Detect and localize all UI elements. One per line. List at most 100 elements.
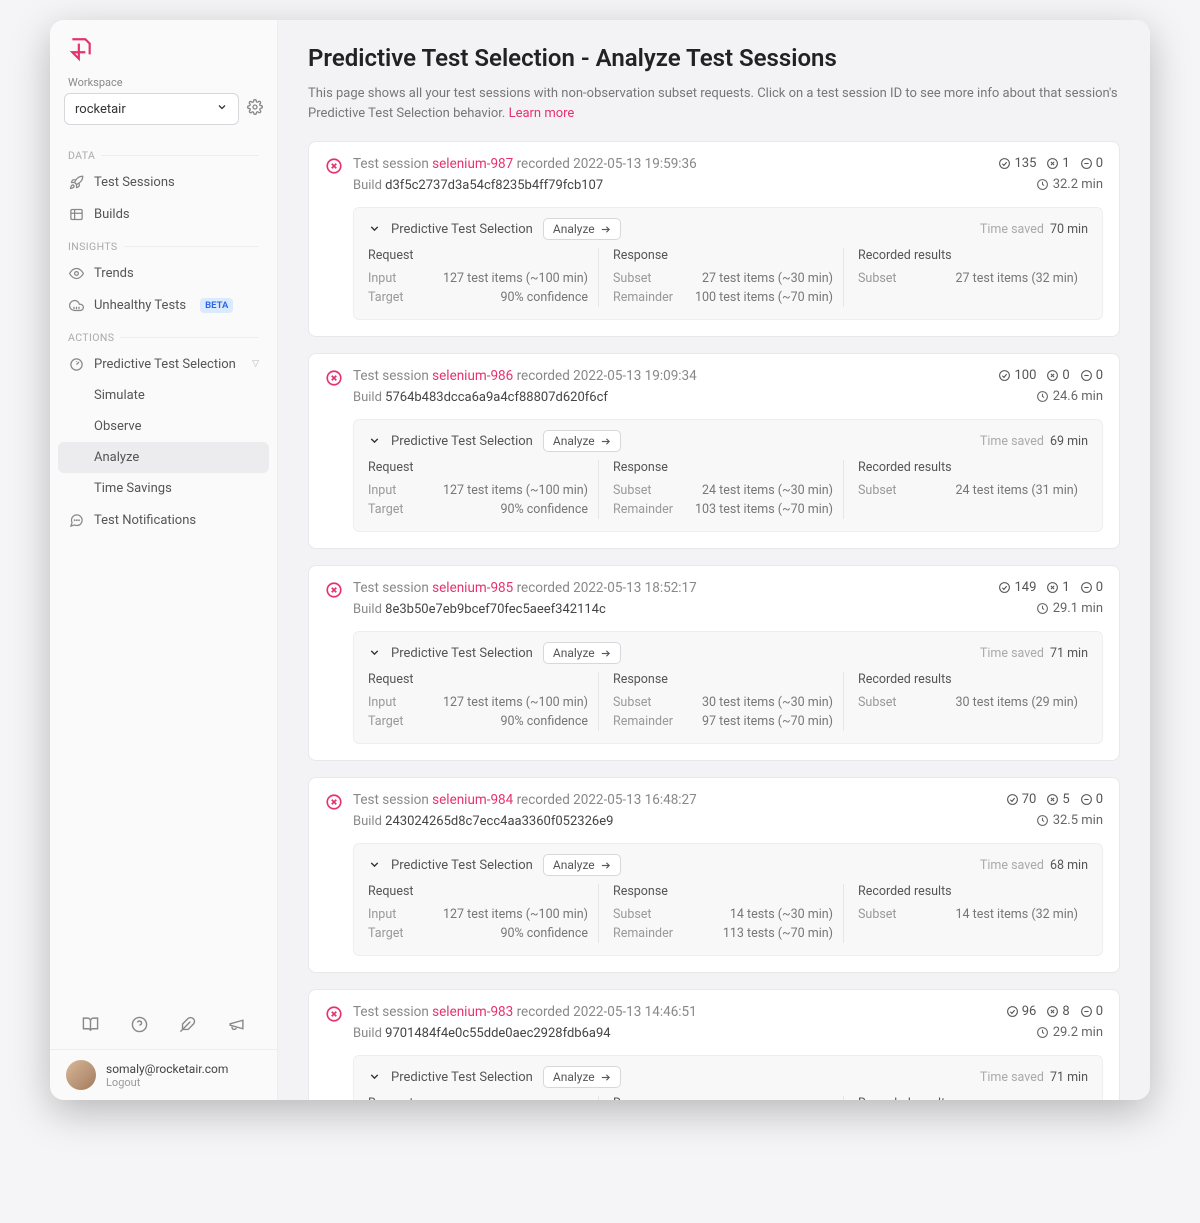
collapse-icon[interactable]: [368, 856, 381, 875]
panel-title: Predictive Test Selection: [391, 858, 533, 873]
learn-more-link[interactable]: Learn more: [509, 106, 575, 121]
nav-pts[interactable]: Predictive Test Selection▽: [50, 348, 277, 380]
help-icon[interactable]: [131, 1016, 148, 1037]
gauge-icon: [68, 356, 84, 372]
collapse-icon[interactable]: [368, 432, 381, 451]
nav-builds[interactable]: Builds: [50, 198, 277, 230]
pts-panel: Predictive Test Selection Analyze Time s…: [353, 419, 1103, 532]
skip-count: 0: [1080, 792, 1103, 807]
workspace-label: Workspace: [50, 76, 277, 93]
panel-title: Predictive Test Selection: [391, 434, 533, 449]
pts-panel: Predictive Test Selection Analyze Time s…: [353, 207, 1103, 320]
analyze-button[interactable]: Analyze: [543, 430, 621, 452]
status-fail-icon: [325, 793, 343, 811]
main-content: Predictive Test Selection - Analyze Test…: [278, 20, 1150, 1100]
col-request: Request Input127 test items (~100 min) T…: [368, 672, 598, 731]
pass-count: 100: [998, 368, 1036, 383]
pass-count: 96: [1006, 1004, 1037, 1019]
analyze-button[interactable]: Analyze: [543, 218, 621, 240]
megaphone-icon[interactable]: [228, 1016, 245, 1037]
page-description: This page shows all your test sessions w…: [308, 84, 1120, 123]
workspace-value: rocketair: [75, 102, 126, 117]
feather-icon[interactable]: [179, 1016, 196, 1037]
nav-test-notifications[interactable]: Test Notifications: [50, 504, 277, 536]
collapse-icon[interactable]: [368, 644, 381, 663]
app-logo: [50, 20, 277, 76]
col-recorded: Recorded results Subset30 test items (29…: [843, 672, 1088, 731]
collapse-icon[interactable]: [368, 1068, 381, 1087]
fail-count: 1: [1046, 156, 1069, 171]
time-saved: Time saved71 min: [980, 1070, 1088, 1085]
rocket-icon: [68, 174, 84, 190]
nav-analyze[interactable]: Analyze: [58, 442, 269, 473]
status-fail-icon: [325, 369, 343, 387]
col-response: Response Subset14 tests (~30 min) Remain…: [598, 884, 843, 943]
status-fail-icon: [325, 581, 343, 599]
session-card: Test session selenium-984 recorded 2022-…: [308, 777, 1120, 973]
nav-observe[interactable]: Observe: [50, 411, 277, 442]
collapse-icon[interactable]: [368, 220, 381, 239]
session-line: Test session selenium-983 recorded 2022-…: [353, 1004, 996, 1020]
col-recorded: Recorded results Subset14 test items (32…: [843, 884, 1088, 943]
status-fail-icon: [325, 1005, 343, 1023]
fail-count: 8: [1046, 1004, 1069, 1019]
session-card: Test session selenium-983 recorded 2022-…: [308, 989, 1120, 1100]
status-fail-icon: [325, 157, 343, 175]
col-request: Request Input127 test items (~100 min) T…: [368, 460, 598, 519]
eye-icon: [68, 265, 84, 281]
nav-time-savings[interactable]: Time Savings: [50, 473, 277, 504]
skip-count: 0: [1080, 156, 1103, 171]
session-id-link[interactable]: selenium-983: [432, 1004, 513, 1020]
avatar[interactable]: [66, 1060, 96, 1090]
duration: 24.6 min: [998, 389, 1103, 404]
session-card: Test session selenium-986 recorded 2022-…: [308, 353, 1120, 549]
session-id-link[interactable]: selenium-986: [432, 368, 513, 384]
col-response: Response Subset19 test items (~30 min) R…: [598, 1096, 843, 1100]
page-title: Predictive Test Selection - Analyze Test…: [308, 44, 1120, 72]
docs-icon[interactable]: [82, 1016, 99, 1037]
analyze-button[interactable]: Analyze: [543, 642, 621, 664]
stats: 70 5 0: [1006, 792, 1103, 807]
session-card: Test session selenium-987 recorded 2022-…: [308, 141, 1120, 337]
skip-count: 0: [1080, 580, 1103, 595]
time-saved: Time saved69 min: [980, 434, 1088, 449]
user-email: somaly@rocketair.com: [106, 1062, 228, 1076]
session-line: Test session selenium-987 recorded 2022-…: [353, 156, 988, 172]
duration: 29.1 min: [998, 601, 1103, 616]
session-id-link[interactable]: selenium-985: [432, 580, 513, 596]
session-id-link[interactable]: selenium-987: [432, 156, 513, 172]
nav-test-sessions[interactable]: Test Sessions: [50, 166, 277, 198]
time-saved: Time saved68 min: [980, 858, 1088, 873]
nav-unhealthy-tests[interactable]: Unhealthy TestsBETA: [50, 289, 277, 321]
stats: 100 0 0: [998, 368, 1103, 383]
session-id-link[interactable]: selenium-984: [432, 792, 513, 808]
pass-count: 149: [998, 580, 1036, 595]
col-response: Response Subset30 test items (~30 min) R…: [598, 672, 843, 731]
col-recorded: Recorded results Subset19 test items (29…: [843, 1096, 1088, 1100]
col-request: Request Input127 test items (~100 min) T…: [368, 1096, 598, 1100]
settings-gear-icon[interactable]: [247, 99, 263, 119]
nav-simulate[interactable]: Simulate: [50, 380, 277, 411]
skip-count: 0: [1080, 1004, 1103, 1019]
analyze-button[interactable]: Analyze: [543, 1066, 621, 1088]
expand-caret-icon: ▽: [252, 359, 259, 369]
pts-panel: Predictive Test Selection Analyze Time s…: [353, 631, 1103, 744]
time-saved: Time saved71 min: [980, 646, 1088, 661]
section-actions: ACTIONS: [50, 321, 277, 348]
col-recorded: Recorded results Subset27 test items (32…: [843, 248, 1088, 307]
panel-title: Predictive Test Selection: [391, 1070, 533, 1085]
time-saved: Time saved70 min: [980, 222, 1088, 237]
section-insights: INSIGHTS: [50, 230, 277, 257]
section-data: DATA: [50, 139, 277, 166]
fail-count: 0: [1046, 368, 1069, 383]
fail-count: 1: [1046, 580, 1069, 595]
pts-panel: Predictive Test Selection Analyze Time s…: [353, 1055, 1103, 1100]
logout-link[interactable]: Logout: [106, 1076, 228, 1089]
session-line: Test session selenium-985 recorded 2022-…: [353, 580, 988, 596]
stats: 96 8 0: [1006, 1004, 1103, 1019]
nav-trends[interactable]: Trends: [50, 257, 277, 289]
analyze-button[interactable]: Analyze: [543, 854, 621, 876]
duration: 29.2 min: [1006, 1025, 1103, 1040]
cloud-icon: [68, 297, 84, 313]
workspace-select[interactable]: rocketair: [64, 93, 239, 125]
